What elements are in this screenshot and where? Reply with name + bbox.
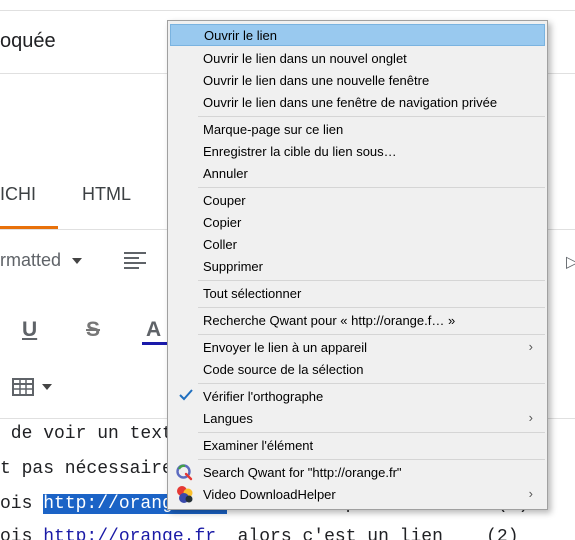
menu-item-bookmark-link[interactable]: Marque-page sur ce lien (170, 118, 545, 140)
menu-item-search-qwant[interactable]: Recherche Qwant pour « http://orange.f… … (170, 309, 545, 331)
menu-item-save-link-as[interactable]: Enregistrer la cible du lien sous… (170, 140, 545, 162)
menu-item-view-selection-source[interactable]: Code source de la sélection (170, 358, 545, 380)
menu-item-languages[interactable]: Langues › (170, 407, 545, 429)
checkmark-icon (179, 389, 193, 401)
chevron-right-icon: › (528, 486, 533, 501)
menu-item-undo[interactable]: Annuler (170, 162, 545, 184)
top-divider (0, 10, 575, 11)
menu-item-search-qwant-for[interactable]: Search Qwant for "http://orange.fr" (170, 461, 545, 483)
menu-separator (198, 307, 545, 308)
menu-item-select-all[interactable]: Tout sélectionner (170, 282, 545, 304)
context-menu: Ouvrir le lien Ouvrir le lien dans un no… (167, 20, 548, 510)
menu-item-open-link[interactable]: Ouvrir le lien (170, 24, 545, 46)
underline-button[interactable]: U (22, 318, 37, 342)
chevron-down-icon (72, 258, 82, 264)
menu-item-send-to-device[interactable]: Envoyer le lien à un appareil › (170, 336, 545, 358)
chevron-right-icon: › (528, 410, 533, 425)
format-dropdown[interactable]: rmatted (0, 250, 61, 271)
video-downloadhelper-icon (177, 486, 193, 503)
menu-item-open-new-tab[interactable]: Ouvrir le lien dans un nouvel onglet (170, 47, 545, 69)
menu-item-inspect-element[interactable]: Examiner l'élément (170, 434, 545, 456)
menu-item-delete[interactable]: Supprimer (170, 255, 545, 277)
menu-item-open-new-window[interactable]: Ouvrir le lien dans une nouvelle fenêtre (170, 69, 545, 91)
menu-separator (198, 187, 545, 188)
code-line: t pas nécessaire (0, 459, 173, 479)
menu-separator (198, 383, 545, 384)
code-line: ois http://orange.fr alors c'est un lien… (0, 527, 519, 540)
menu-item-video-downloadhelper[interactable]: Video DownloadHelper › (170, 483, 545, 505)
qwant-icon (176, 464, 193, 481)
menu-item-check-spelling[interactable]: Vérifier l'orthographe (170, 385, 545, 407)
menu-separator (198, 116, 545, 117)
tab-compose[interactable]: ICHI (0, 184, 36, 205)
more-icon[interactable]: ▷ (566, 252, 575, 272)
menu-item-paste[interactable]: Coller (170, 233, 545, 255)
menu-item-open-private-window[interactable]: Ouvrir le lien dans une fenêtre de navig… (170, 91, 545, 113)
chevron-right-icon: › (528, 339, 533, 354)
text-color-swatch (142, 342, 168, 345)
align-left-icon[interactable] (124, 252, 146, 269)
menu-separator (198, 334, 545, 335)
link-text[interactable]: http://orange.fr (43, 527, 216, 540)
table-icon[interactable] (12, 378, 34, 396)
code-line: de voir un texte (0, 424, 184, 444)
chevron-down-icon (42, 384, 52, 390)
text-color-button[interactable]: A (146, 318, 161, 342)
post-title: oquée (0, 30, 56, 52)
menu-separator (198, 459, 545, 460)
menu-separator (198, 432, 545, 433)
menu-item-copy[interactable]: Copier (170, 211, 545, 233)
tab-html[interactable]: HTML (82, 184, 131, 205)
menu-separator (198, 280, 545, 281)
strikethrough-button[interactable]: S (86, 318, 100, 342)
menu-item-cut[interactable]: Couper (170, 189, 545, 211)
